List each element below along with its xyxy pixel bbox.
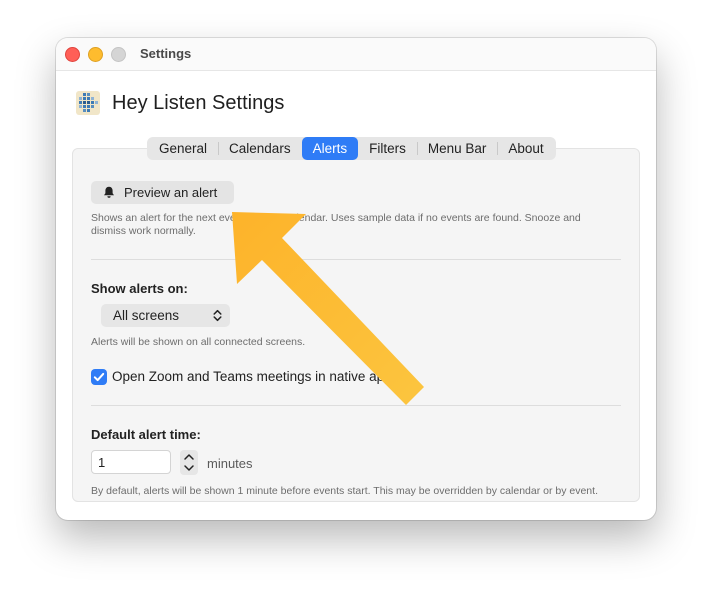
close-window-button[interactable] xyxy=(65,47,80,62)
settings-header: Hey Listen Settings xyxy=(76,90,284,116)
section-divider-2 xyxy=(91,405,621,406)
tab-bar: General Calendars Alerts Filters Menu Ba… xyxy=(147,137,556,160)
default-alert-time-label: Default alert time: xyxy=(91,427,201,442)
preview-alert-label: Preview an alert xyxy=(124,185,218,200)
show-alerts-on-label: Show alerts on: xyxy=(91,281,188,296)
preview-note-line-2: dismiss work normally. xyxy=(91,225,196,237)
alert-time-stepper[interactable] xyxy=(180,450,198,475)
stepper-arrows-icon xyxy=(184,454,194,471)
preview-note-line-1: Shows an alert for the next event on you… xyxy=(91,212,581,224)
preview-alert-button[interactable]: Preview an alert xyxy=(91,181,234,204)
title-bar: Settings xyxy=(56,38,656,71)
tab-calendars[interactable]: Calendars xyxy=(218,137,302,160)
minutes-label: minutes xyxy=(207,456,253,471)
tab-about[interactable]: About xyxy=(497,137,554,160)
native-apps-label: Open Zoom and Teams meetings in native a… xyxy=(112,369,399,384)
tab-general[interactable]: General xyxy=(148,137,218,160)
tab-alerts[interactable]: Alerts xyxy=(301,137,359,160)
show-alerts-on-select[interactable]: All screens xyxy=(101,304,230,327)
checkmark-icon xyxy=(93,372,105,382)
zoom-window-button[interactable] xyxy=(111,47,126,62)
native-apps-checkbox[interactable] xyxy=(91,369,107,385)
settings-window: Settings Hey Listen Settings General Cal… xyxy=(56,38,656,520)
tab-menu-bar[interactable]: Menu Bar xyxy=(416,137,498,160)
window-title: Settings xyxy=(140,46,192,61)
select-value: All screens xyxy=(113,308,180,323)
default-time-note: By default, alerts will be shown 1 minut… xyxy=(91,485,598,497)
minimize-window-button[interactable] xyxy=(88,47,103,62)
tab-filters[interactable]: Filters xyxy=(358,137,417,160)
section-divider xyxy=(91,259,621,260)
show-alerts-note: Alerts will be shown on all connected sc… xyxy=(91,336,306,348)
page-title: Hey Listen Settings xyxy=(112,91,285,114)
chevron-up-down-icon xyxy=(213,309,222,322)
app-grid-icon xyxy=(76,91,100,115)
bell-icon xyxy=(104,186,114,198)
alert-time-input[interactable]: 1 xyxy=(91,450,171,474)
